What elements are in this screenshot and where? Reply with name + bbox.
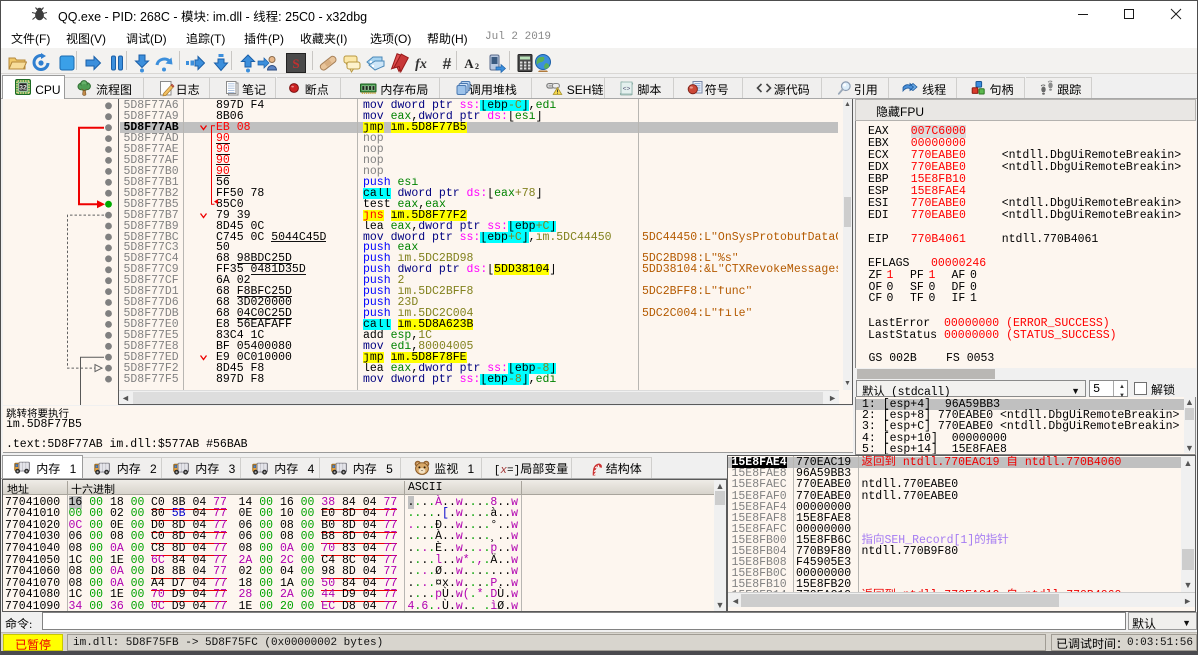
svg-text:32: 32 [20,85,28,92]
